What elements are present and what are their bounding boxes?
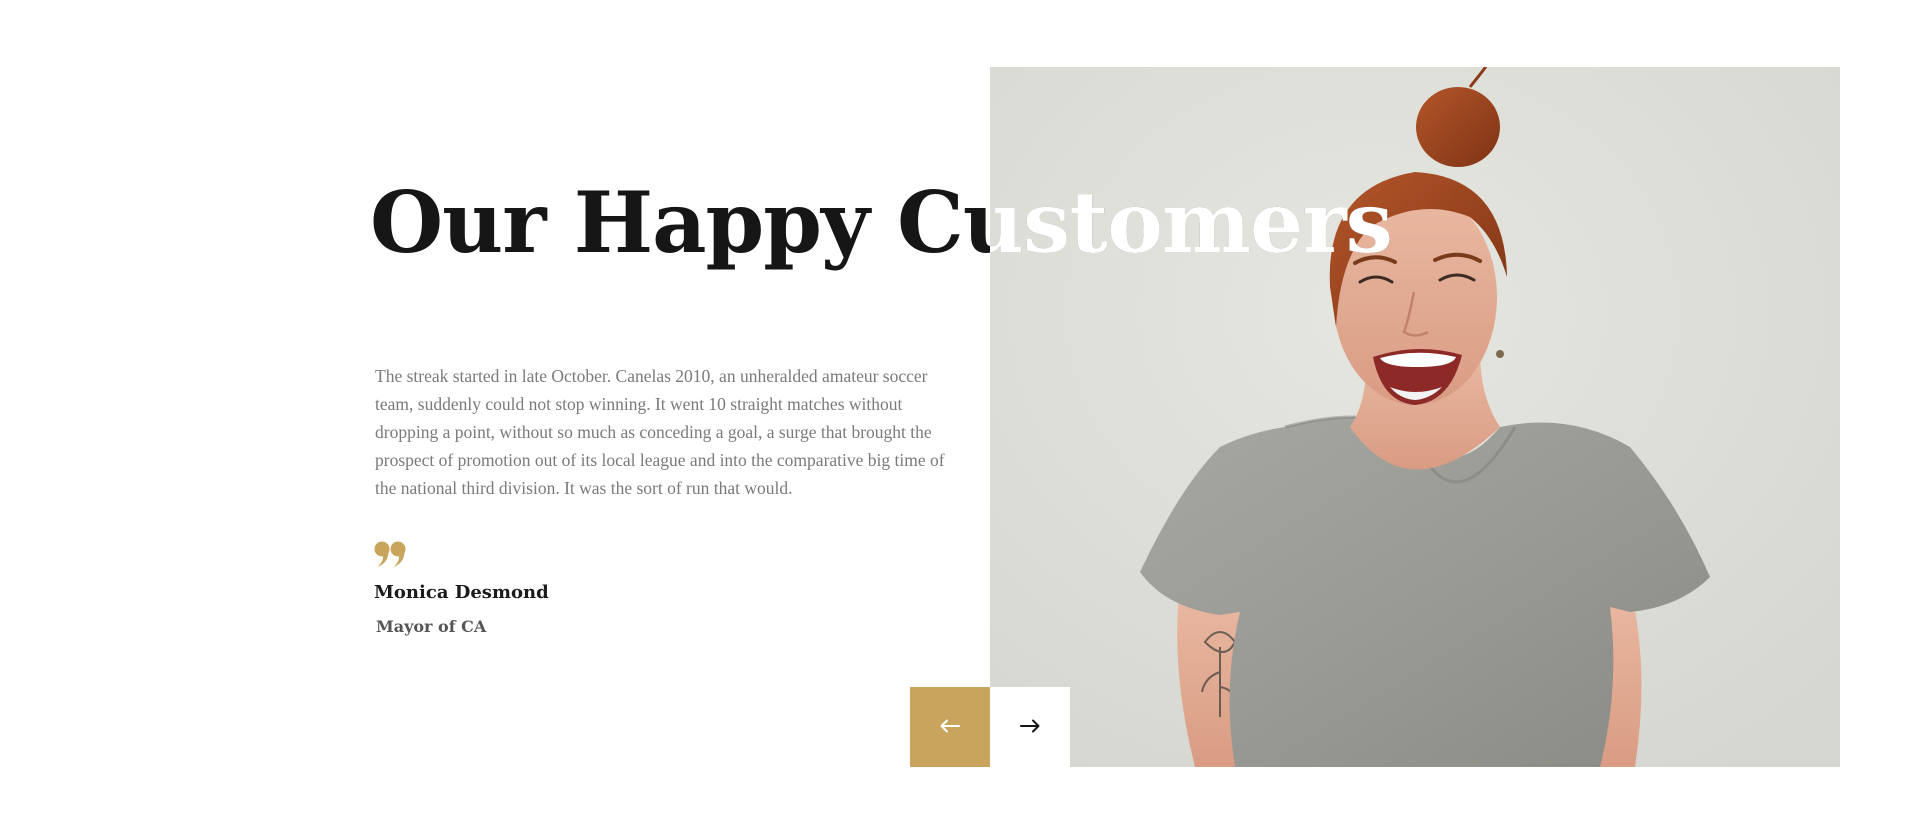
author-name: Monica Desmond	[374, 582, 549, 603]
testimonial-text: The streak started in late October. Cane…	[375, 366, 945, 498]
quote-icon	[374, 540, 408, 570]
next-button[interactable]	[990, 687, 1070, 767]
section-heading: Our Happy Customers Our Happy Customers	[370, 168, 1392, 288]
arrow-right-icon	[1020, 719, 1040, 736]
previous-button[interactable]	[910, 687, 990, 767]
testimonial-section: Our Happy Customers Our Happy Customers …	[0, 0, 1920, 837]
author-role: Mayor of CA	[376, 617, 487, 636]
arrow-left-icon	[940, 719, 960, 736]
